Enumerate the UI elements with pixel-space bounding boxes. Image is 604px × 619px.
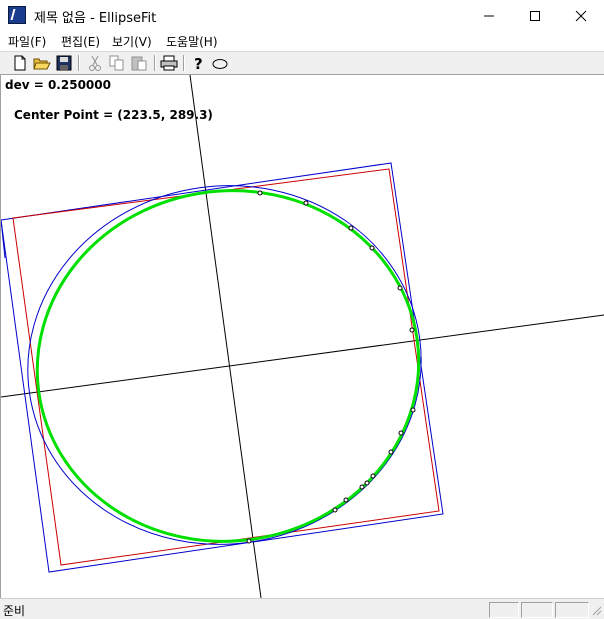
resize-grip-icon[interactable]	[590, 604, 602, 616]
open-folder-icon	[33, 58, 51, 70]
maximize-button[interactable]	[512, 0, 558, 31]
close-button[interactable]	[558, 0, 604, 31]
save-button[interactable]	[55, 54, 73, 72]
window-title: 제목 없음 - EllipseFit	[34, 11, 157, 26]
toolbar-separator	[154, 55, 156, 71]
print-button[interactable]	[160, 54, 178, 72]
minimize-icon	[484, 15, 494, 16]
sample-point	[410, 407, 416, 413]
sample-point	[364, 480, 370, 486]
cut-button[interactable]	[86, 54, 104, 72]
sample-point	[388, 449, 394, 455]
print-icon	[160, 55, 178, 71]
help-icon: ?	[194, 55, 203, 73]
status-pane	[489, 602, 519, 618]
minor-axis-line	[189, 75, 262, 598]
status-text: 준비	[3, 604, 26, 618]
blue-bounding-box	[1, 162, 444, 573]
paste-icon	[131, 56, 147, 71]
menu-edit[interactable]: 편집(E)	[61, 33, 100, 50]
sample-point	[343, 497, 349, 503]
sample-point	[369, 245, 375, 251]
toolbar-separator	[183, 55, 185, 71]
help-button[interactable]: ?	[189, 54, 207, 73]
sample-point	[370, 473, 376, 479]
sample-points	[246, 190, 416, 544]
new-document-icon	[14, 55, 26, 71]
center-point-label: Center Point = (223.5, 289.3)	[14, 108, 213, 122]
sample-point	[348, 225, 354, 231]
title-bar: 제목 없음 - EllipseFit	[0, 0, 604, 31]
menu-bar: 파일(F) 편집(E) 보기(V) 도움말(H)	[0, 31, 604, 51]
sample-point	[398, 430, 404, 436]
sample-point	[397, 285, 403, 291]
sample-point	[303, 200, 309, 206]
sample-point	[246, 538, 252, 544]
menu-file[interactable]: 파일(F)	[8, 33, 46, 50]
status-bar: 준비	[0, 598, 604, 619]
close-icon	[575, 10, 587, 21]
status-pane	[555, 602, 589, 618]
sample-point	[409, 327, 415, 333]
minimize-button[interactable]	[466, 0, 512, 31]
cut-icon	[89, 55, 101, 71]
paste-button[interactable]	[130, 54, 148, 72]
toolbar: ?	[0, 51, 604, 75]
open-button[interactable]	[33, 54, 51, 72]
status-pane	[521, 602, 553, 618]
red-bounding-box	[12, 168, 440, 566]
blue-ellipse	[27, 185, 422, 545]
copy-button[interactable]	[108, 54, 126, 72]
app-icon[interactable]	[8, 6, 26, 24]
toolbar-separator	[78, 55, 80, 71]
ellipse-plot	[1, 75, 604, 598]
menu-view[interactable]: 보기(V)	[112, 33, 152, 50]
save-icon	[56, 55, 72, 71]
svg-text:?: ?	[194, 55, 203, 72]
ellipse-button[interactable]	[211, 54, 229, 72]
new-button[interactable]	[11, 54, 29, 72]
deviation-label: dev = 0.250000	[5, 78, 111, 92]
ellipse-icon	[212, 59, 228, 69]
copy-icon	[109, 55, 124, 71]
maximize-icon	[530, 10, 540, 21]
sample-point	[359, 484, 365, 490]
drawing-canvas[interactable]: dev = 0.250000 Center Point = (223.5, 28…	[0, 75, 604, 598]
major-axis-line	[1, 314, 604, 398]
menu-help[interactable]: 도움말(H)	[166, 33, 218, 50]
sample-point	[257, 190, 263, 196]
sample-point	[332, 507, 338, 513]
blue-bounding-box-left-extension	[1, 219, 6, 259]
